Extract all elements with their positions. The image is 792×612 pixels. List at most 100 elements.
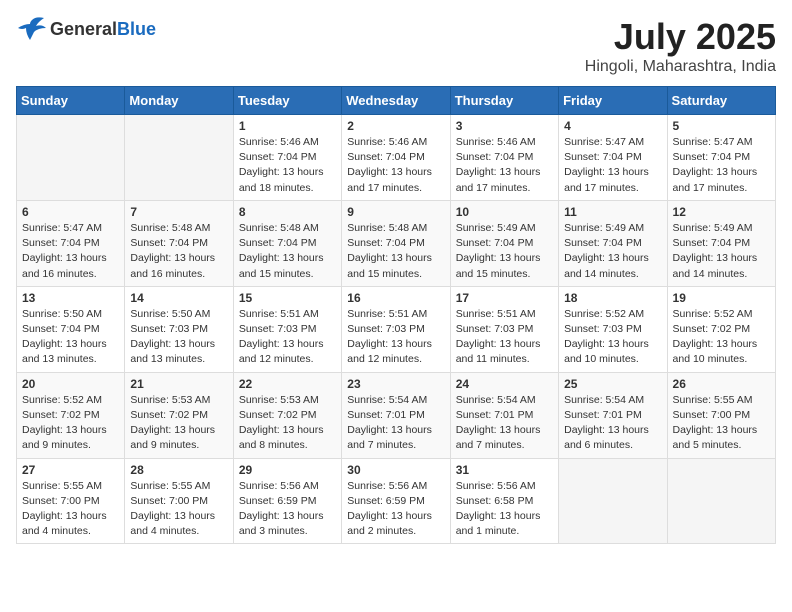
day-number: 6: [22, 205, 119, 219]
day-number: 4: [564, 119, 661, 133]
day-number: 16: [347, 291, 444, 305]
cell-info: Sunrise: 5:48 AMSunset: 7:04 PMDaylight:…: [347, 221, 444, 282]
calendar-cell: 27Sunrise: 5:55 AMSunset: 7:00 PMDayligh…: [17, 458, 125, 544]
day-number: 8: [239, 205, 336, 219]
calendar-cell: [559, 458, 667, 544]
logo-blue: Blue: [117, 19, 156, 39]
calendar-cell: 2 Sunrise: 5:46 AMSunset: 7:04 PMDaylight…: [342, 115, 450, 201]
day-number: 30: [347, 463, 444, 477]
cell-info: Sunrise: 5:54 AMSunset: 7:01 PMDaylight:…: [347, 393, 444, 454]
day-number: 21: [130, 377, 227, 391]
cell-info: Sunrise: 5:56 AMSunset: 6:59 PMDaylight:…: [239, 479, 336, 540]
cell-info: Sunrise: 5:49 AMSunset: 7:04 PMDaylight:…: [564, 221, 661, 282]
weekday-header-wednesday: Wednesday: [342, 87, 450, 115]
logo-general: General: [50, 19, 117, 39]
cell-info: Sunrise: 5:46 AMSunset: 7:04 PMDaylight:…: [456, 135, 553, 196]
day-number: 25: [564, 377, 661, 391]
calendar-cell: 28 Sunrise: 5:55 AMSunset: 7:00 PMDayligh…: [125, 458, 233, 544]
calendar-cell: 29 Sunrise: 5:56 AMSunset: 6:59 PMDayligh…: [233, 458, 341, 544]
day-number: 7: [130, 205, 227, 219]
cell-info: Sunrise: 5:50 AMSunset: 7:04 PMDaylight:…: [22, 307, 119, 368]
cell-info: Sunrise: 5:52 AMSunset: 7:02 PMDaylight:…: [673, 307, 770, 368]
month-title: July 2025: [585, 16, 776, 58]
cell-info: Sunrise: 5:49 AMSunset: 7:04 PMDaylight:…: [673, 221, 770, 282]
calendar-cell: 5 Sunrise: 5:47 AMSunset: 7:04 PMDaylight…: [667, 115, 775, 201]
cell-info: Sunrise: 5:53 AMSunset: 7:02 PMDaylight:…: [130, 393, 227, 454]
day-number: 24: [456, 377, 553, 391]
day-number: 22: [239, 377, 336, 391]
calendar-cell: 15 Sunrise: 5:51 AMSunset: 7:03 PMDayligh…: [233, 286, 341, 372]
day-number: 2: [347, 119, 444, 133]
day-number: 29: [239, 463, 336, 477]
calendar-cell: 20 Sunrise: 5:52 AMSunset: 7:02 PMDayligh…: [17, 372, 125, 458]
day-number: 20: [22, 377, 119, 391]
week-row-4: 20 Sunrise: 5:52 AMSunset: 7:02 PMDayligh…: [17, 372, 776, 458]
calendar-cell: 7 Sunrise: 5:48 AMSunset: 7:04 PMDaylight…: [125, 200, 233, 286]
location-title: Hingoli, Maharashtra, India: [585, 58, 776, 76]
calendar-cell: 1 Sunrise: 5:46 AMSunset: 7:04 PMDaylight…: [233, 115, 341, 201]
cell-info: Sunrise: 5:55 AMSunset: 7:00 PMDaylight:…: [130, 479, 227, 540]
weekday-header-row: SundayMondayTuesdayWednesdayThursdayFrid…: [17, 87, 776, 115]
day-number: 5: [673, 119, 770, 133]
cell-info: Sunrise: 5:51 AMSunset: 7:03 PMDaylight:…: [239, 307, 336, 368]
cell-info: Sunrise: 5:54 AMSunset: 7:01 PMDaylight:…: [456, 393, 553, 454]
calendar-cell: 21 Sunrise: 5:53 AMSunset: 7:02 PMDayligh…: [125, 372, 233, 458]
calendar-cell: 4 Sunrise: 5:47 AMSunset: 7:04 PMDaylight…: [559, 115, 667, 201]
day-number: 15: [239, 291, 336, 305]
cell-info: Sunrise: 5:50 AMSunset: 7:03 PMDaylight:…: [130, 307, 227, 368]
day-number: 3: [456, 119, 553, 133]
day-number: 28: [130, 463, 227, 477]
week-row-3: 13 Sunrise: 5:50 AMSunset: 7:04 PMDayligh…: [17, 286, 776, 372]
calendar-cell: 14Sunrise: 5:50 AMSunset: 7:03 PMDayligh…: [125, 286, 233, 372]
calendar-cell: 26Sunrise: 5:55 AMSunset: 7:00 PMDayligh…: [667, 372, 775, 458]
day-number: 12: [673, 205, 770, 219]
cell-info: Sunrise: 5:52 AMSunset: 7:02 PMDaylight:…: [22, 393, 119, 454]
cell-info: Sunrise: 5:47 AMSunset: 7:04 PMDaylight:…: [673, 135, 770, 196]
calendar-cell: 13 Sunrise: 5:50 AMSunset: 7:04 PMDayligh…: [17, 286, 125, 372]
cell-info: Sunrise: 5:54 AMSunset: 7:01 PMDaylight:…: [564, 393, 661, 454]
day-number: 10: [456, 205, 553, 219]
cell-info: Sunrise: 5:51 AMSunset: 7:03 PMDaylight:…: [456, 307, 553, 368]
calendar-cell: 3 Sunrise: 5:46 AMSunset: 7:04 PMDaylight…: [450, 115, 558, 201]
cell-info: Sunrise: 5:48 AMSunset: 7:04 PMDaylight:…: [130, 221, 227, 282]
day-number: 11: [564, 205, 661, 219]
calendar-cell: 12 Sunrise: 5:49 AMSunset: 7:04 PMDayligh…: [667, 200, 775, 286]
day-number: 27: [22, 463, 119, 477]
weekday-header-tuesday: Tuesday: [233, 87, 341, 115]
bird-logo-icon: [16, 16, 48, 42]
day-number: 26: [673, 377, 770, 391]
day-number: 17: [456, 291, 553, 305]
weekday-header-saturday: Saturday: [667, 87, 775, 115]
cell-info: Sunrise: 5:46 AMSunset: 7:04 PMDaylight:…: [347, 135, 444, 196]
cell-info: Sunrise: 5:48 AMSunset: 7:04 PMDaylight:…: [239, 221, 336, 282]
cell-info: Sunrise: 5:56 AMSunset: 6:59 PMDaylight:…: [347, 479, 444, 540]
calendar-cell: 16Sunrise: 5:51 AMSunset: 7:03 PMDayligh…: [342, 286, 450, 372]
cell-info: Sunrise: 5:53 AMSunset: 7:02 PMDaylight:…: [239, 393, 336, 454]
day-number: 13: [22, 291, 119, 305]
calendar-cell: 22 Sunrise: 5:53 AMSunset: 7:02 PMDayligh…: [233, 372, 341, 458]
week-row-2: 6Sunrise: 5:47 AMSunset: 7:04 PMDaylight…: [17, 200, 776, 286]
weekday-header-monday: Monday: [125, 87, 233, 115]
header: GeneralBlue July 2025 Hingoli, Maharasht…: [16, 16, 776, 76]
calendar-cell: 18Sunrise: 5:52 AMSunset: 7:03 PMDayligh…: [559, 286, 667, 372]
weekday-header-sunday: Sunday: [17, 87, 125, 115]
calendar-cell: 19Sunrise: 5:52 AMSunset: 7:02 PMDayligh…: [667, 286, 775, 372]
title-area: July 2025 Hingoli, Maharashtra, India: [585, 16, 776, 76]
calendar-cell: 23Sunrise: 5:54 AMSunset: 7:01 PMDayligh…: [342, 372, 450, 458]
calendar-cell: 9 Sunrise: 5:48 AMSunset: 7:04 PMDaylight…: [342, 200, 450, 286]
calendar-cell: 24 Sunrise: 5:54 AMSunset: 7:01 PMDayligh…: [450, 372, 558, 458]
calendar-cell: [125, 115, 233, 201]
cell-info: Sunrise: 5:46 AMSunset: 7:04 PMDaylight:…: [239, 135, 336, 196]
day-number: 1: [239, 119, 336, 133]
day-number: 9: [347, 205, 444, 219]
logo: GeneralBlue: [16, 16, 156, 42]
cell-info: Sunrise: 5:56 AMSunset: 6:58 PMDaylight:…: [456, 479, 553, 540]
week-row-1: 1 Sunrise: 5:46 AMSunset: 7:04 PMDaylight…: [17, 115, 776, 201]
cell-info: Sunrise: 5:47 AMSunset: 7:04 PMDaylight:…: [564, 135, 661, 196]
cell-info: Sunrise: 5:52 AMSunset: 7:03 PMDaylight:…: [564, 307, 661, 368]
cell-info: Sunrise: 5:49 AMSunset: 7:04 PMDaylight:…: [456, 221, 553, 282]
calendar-cell: 6Sunrise: 5:47 AMSunset: 7:04 PMDaylight…: [17, 200, 125, 286]
day-number: 31: [456, 463, 553, 477]
calendar-table: SundayMondayTuesdayWednesdayThursdayFrid…: [16, 86, 776, 544]
week-row-5: 27 Sunrise: 5:55 AMSunset: 7:00 PMDayligh…: [17, 458, 776, 544]
